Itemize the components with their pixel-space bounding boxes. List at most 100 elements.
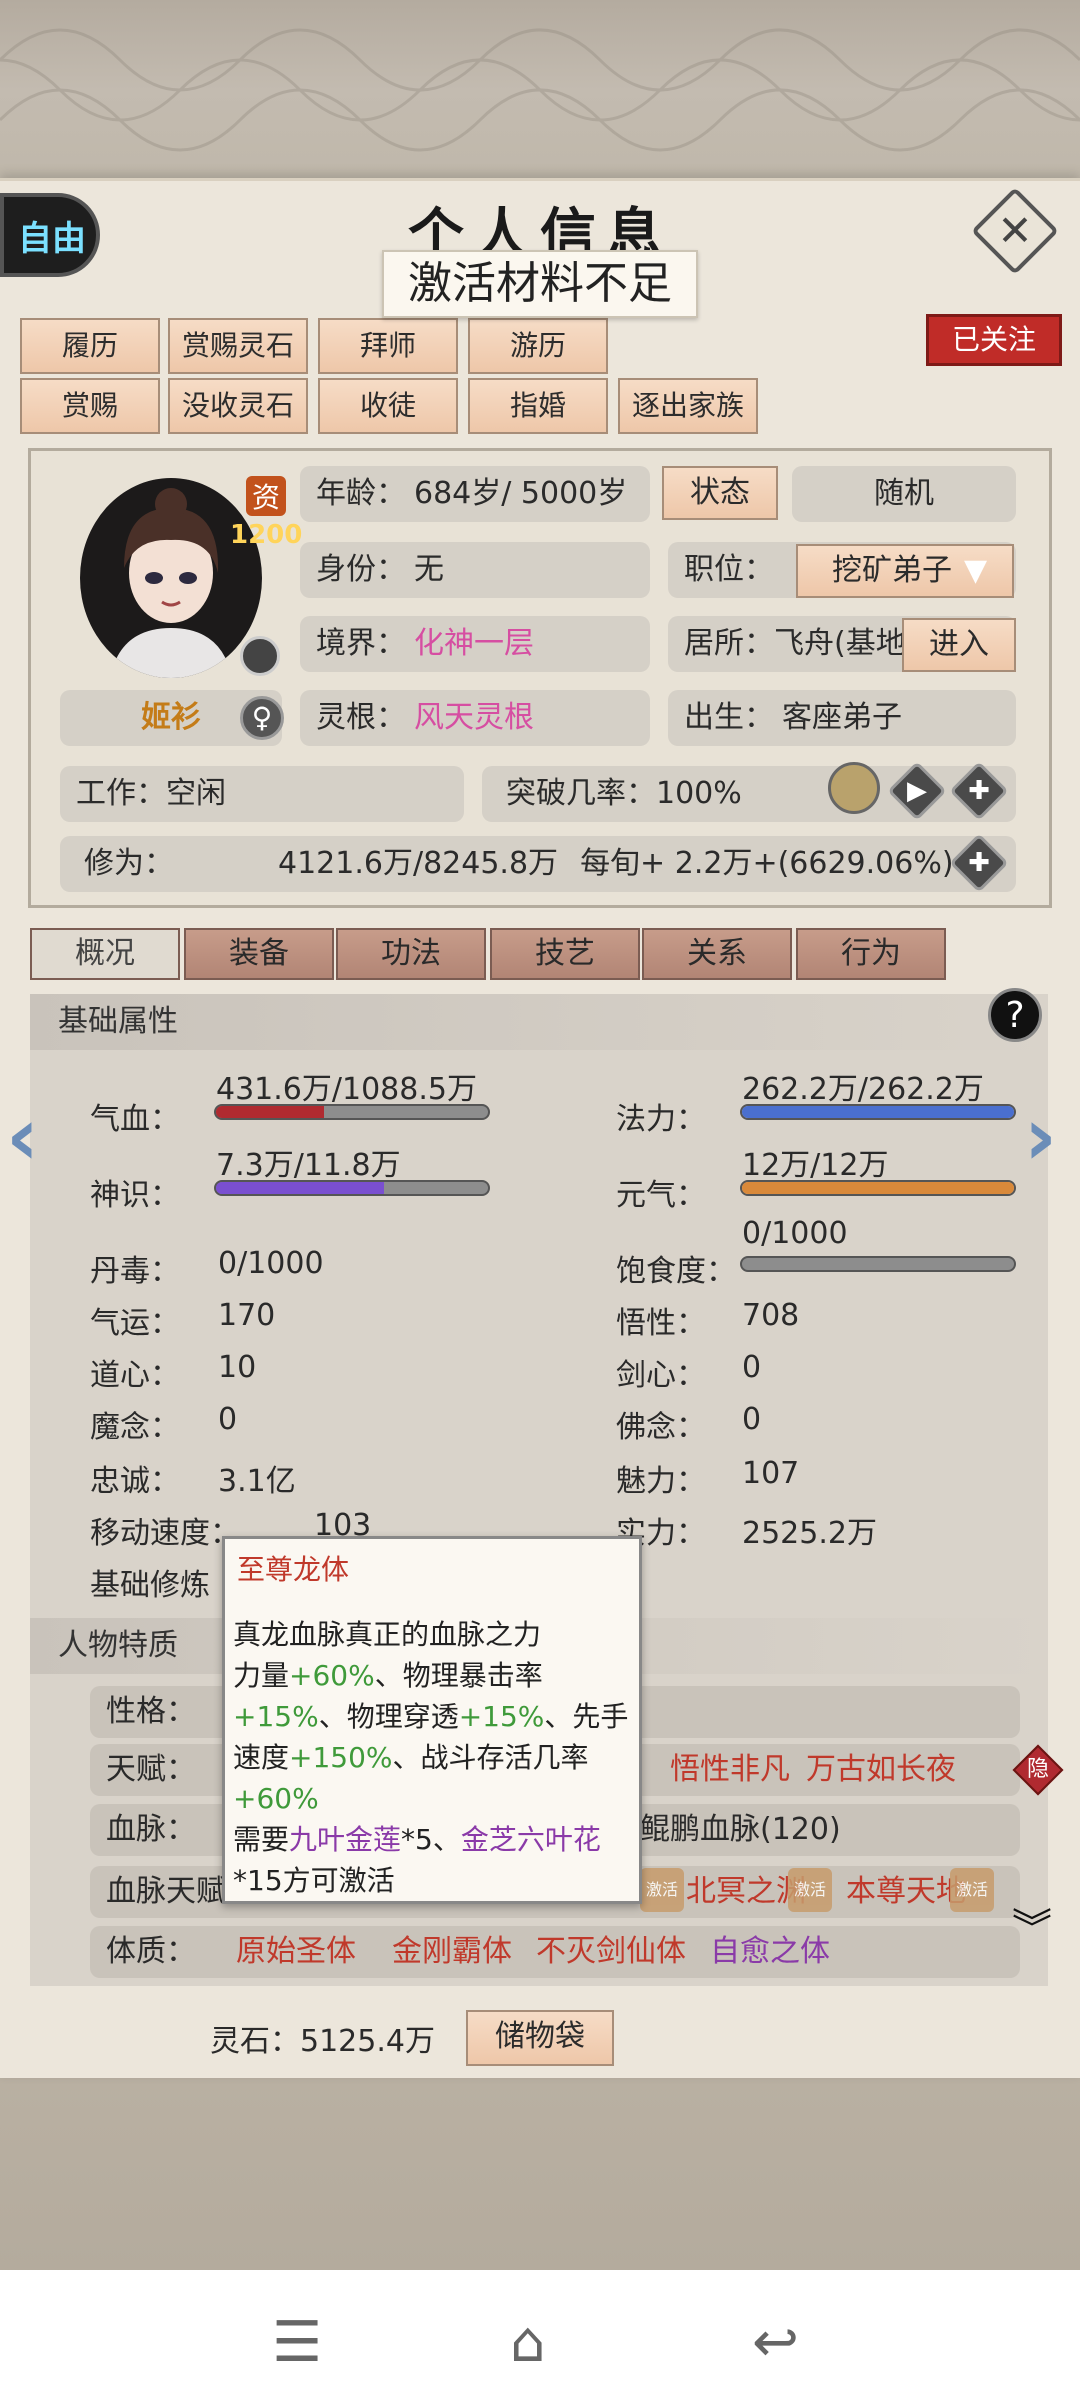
random-button[interactable]: 随机: [792, 466, 1016, 522]
stat-label: 道心：: [90, 1358, 180, 1393]
realm-field: 境界： 化神一层: [300, 616, 650, 672]
mode-free-button[interactable]: 自由: [0, 193, 100, 277]
fali-label: 法力：: [616, 1102, 706, 1137]
stat-value: 0/1000: [218, 1246, 324, 1281]
age-field: 年龄： 684岁/ 5000岁: [300, 466, 650, 522]
tooltip-line: 真龙血脉真正的血脉之力: [233, 1618, 542, 1651]
stat-label: 移动速度：: [90, 1516, 240, 1551]
tab-overview[interactable]: 概况: [30, 928, 180, 980]
spirit-root-field: 灵根： 风天灵根: [300, 690, 650, 746]
birth-field: 出生： 客座弟子: [668, 690, 1016, 746]
plus-icon: ✚: [968, 776, 990, 806]
menu-icon[interactable]: ☰: [272, 2310, 322, 2375]
fali-value: 262.2万/262.2万: [742, 1072, 984, 1107]
prev-character-icon[interactable]: ‹: [6, 1090, 39, 1183]
btn-travel[interactable]: 游历: [468, 318, 608, 374]
toast-message: 激活材料不足: [382, 250, 698, 318]
yuanqi-label: 元气：: [616, 1178, 706, 1213]
stat-value: 107: [742, 1456, 800, 1491]
aptitude-badge: 资: [246, 476, 286, 516]
stat-value: 0: [742, 1350, 762, 1385]
btn-apprentice[interactable]: 拜师: [318, 318, 458, 374]
stat-value: 2525.2万: [742, 1516, 877, 1551]
spirit-stone-display: 灵石：5125.4万: [210, 2024, 435, 2059]
close-icon: ✕: [997, 206, 1033, 255]
stat-value: 708: [742, 1298, 800, 1333]
qixue-bar: [214, 1104, 490, 1120]
tooltip-line: +15%、物理穿透+15%、先手: [233, 1700, 629, 1733]
shenshi-bar: [214, 1180, 490, 1196]
help-icon[interactable]: ?: [988, 988, 1042, 1042]
activate-badge[interactable]: 激活: [950, 1868, 994, 1912]
activate-badge[interactable]: 激活: [640, 1868, 684, 1912]
btn-expel[interactable]: 逐出家族: [618, 378, 758, 434]
aptitude-value: 1200: [230, 520, 303, 550]
tooltip-title: 至尊龙体: [237, 1553, 350, 1586]
yuanqi-value: 12万/12万: [742, 1148, 889, 1183]
trait-tooltip: 至尊龙体 真龙血脉真正的血脉之力 力量+60%、物理暴击率 +15%、物理穿透+…: [222, 1536, 642, 1904]
btn-reward-stones[interactable]: 赏赐灵石: [168, 318, 308, 374]
play-icon: ▶: [907, 776, 927, 806]
home-icon[interactable]: ⌂: [510, 2310, 546, 2375]
tab-skills[interactable]: 技艺: [490, 928, 640, 980]
female-icon: ♀: [240, 696, 284, 740]
tab-relations[interactable]: 关系: [642, 928, 792, 980]
stat-label: 气运：: [90, 1306, 180, 1341]
yuanqi-bar: [740, 1180, 1016, 1196]
position-dropdown[interactable]: 挖矿弟子 ▼: [796, 544, 1014, 598]
breakthrough-icon[interactable]: [828, 762, 880, 814]
stat-label: 魅力：: [616, 1464, 706, 1499]
wave-pattern: [0, 28, 1080, 152]
tooltip-line: +60%: [233, 1782, 319, 1815]
expand-icon[interactable]: ︾: [1012, 1909, 1052, 1949]
enter-button[interactable]: 进入: [902, 618, 1016, 672]
tooltip-line: 速度+150%、战斗存活几率: [233, 1741, 589, 1774]
fali-bar: [740, 1104, 1016, 1120]
back-icon[interactable]: ↩: [752, 2310, 799, 2375]
chevron-down-icon: ▼: [964, 553, 988, 588]
shenshi-value: 7.3万/11.8万: [216, 1148, 401, 1183]
tab-behavior[interactable]: 行为: [796, 928, 946, 980]
btn-reward[interactable]: 赏赐: [20, 378, 160, 434]
tooltip-line: 力量+60%、物理暴击率: [233, 1659, 543, 1692]
next-character-icon[interactable]: ›: [1024, 1090, 1057, 1183]
satiety-value: 0/1000: [742, 1216, 848, 1251]
stat-value: 0: [218, 1402, 238, 1437]
stat-label: 佛念：: [616, 1410, 706, 1445]
tab-techniques[interactable]: 功法: [336, 928, 486, 980]
follow-button[interactable]: 已关注: [926, 314, 1062, 366]
satiety-bar: [740, 1256, 1016, 1272]
basic-attributes-header: 基础属性: [30, 994, 1048, 1050]
stat-label: 忠诚：: [90, 1464, 180, 1499]
base-cultivation-label: 基础修炼: [90, 1568, 210, 1603]
edit-avatar-icon[interactable]: [240, 636, 280, 676]
qixue-value: 431.6万/1088.5万: [216, 1072, 477, 1107]
btn-take-disciple[interactable]: 收徒: [318, 378, 458, 434]
stat-value: 170: [218, 1298, 276, 1333]
avatar[interactable]: [80, 478, 262, 678]
activate-badge[interactable]: 激活: [788, 1868, 832, 1912]
stat-value: 3.1亿: [218, 1464, 296, 1499]
work-field: 工作：空闲: [60, 766, 464, 822]
satiety-label: 饱食度：: [616, 1254, 736, 1289]
status-button[interactable]: 状态: [662, 466, 778, 520]
stat-value: 10: [218, 1350, 257, 1385]
stat-value: 0: [742, 1402, 762, 1437]
btn-confiscate-stones[interactable]: 没收灵石: [168, 378, 308, 434]
btn-resume[interactable]: 履历: [20, 318, 160, 374]
shenshi-label: 神识：: [90, 1178, 180, 1213]
identity-field: 身份：无: [300, 542, 650, 598]
stat-label: 悟性：: [616, 1306, 706, 1341]
qixue-label: 气血：: [90, 1102, 180, 1137]
tab-equipment[interactable]: 装备: [184, 928, 334, 980]
btn-arrange-marriage[interactable]: 指婚: [468, 378, 608, 434]
tooltip-line: *15方可激活: [233, 1864, 395, 1897]
stat-label: 丹毒：: [90, 1254, 180, 1289]
physique-row: 体质： 原始圣体 金刚霸体 不灭剑仙体 自愈之体: [90, 1926, 1020, 1978]
plus-icon: ✚: [968, 848, 990, 878]
storage-bag-button[interactable]: 储物袋: [466, 2010, 614, 2066]
stat-label: 魔念：: [90, 1410, 180, 1445]
cultivation-field: 修为： 4121.6万/8245.8万 每旬+ 2.2万+(6629.06%): [60, 836, 1016, 892]
stat-label: 剑心：: [616, 1358, 706, 1393]
tooltip-line: 需要九叶金莲*5、金芝六叶花: [233, 1823, 601, 1856]
